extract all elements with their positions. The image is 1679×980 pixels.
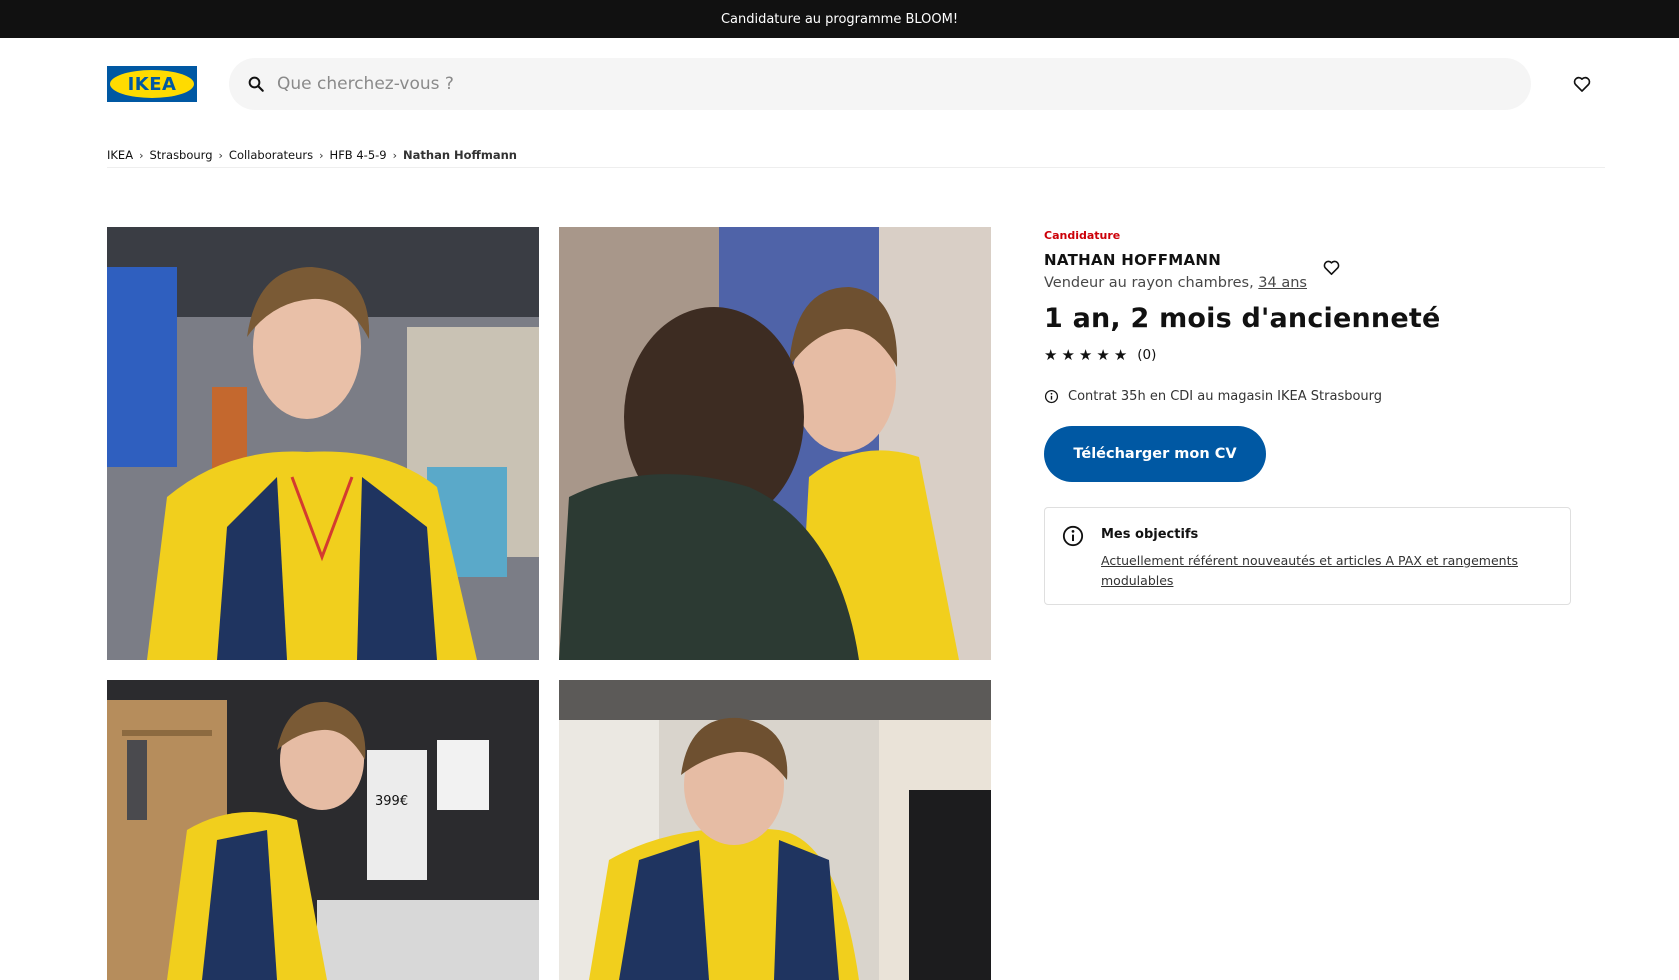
objectives-title: Mes objectifs [1101, 527, 1199, 542]
info-icon [1044, 389, 1059, 404]
objectives-link[interactable]: Actuellement référent nouveautés et arti… [1101, 551, 1531, 591]
star-icon: ★ [1096, 346, 1110, 364]
seniority-heading: 1 an, 2 mois d'ancienneté [1044, 303, 1441, 334]
logo-ellipse: IKEA [110, 70, 194, 98]
profile-role: Vendeur au rayon chambres, [1044, 275, 1254, 291]
favorites-button[interactable] [1572, 74, 1592, 98]
price-tag-text: 399€ [375, 794, 408, 809]
objectives-card: Mes objectifs Actuellement référent nouv… [1044, 507, 1571, 605]
breadcrumb-link-collaborateurs[interactable]: Collaborateurs [229, 148, 313, 162]
gallery-photo-portrait[interactable] [107, 227, 539, 660]
breadcrumb: IKEA › Strasbourg › Collaborateurs › HFB… [107, 148, 517, 162]
search-icon [248, 76, 264, 92]
info-icon [1062, 525, 1084, 547]
site-header: IKEA [0, 38, 1679, 168]
header-divider [107, 167, 1605, 168]
promo-banner[interactable]: Candidature au programme BLOOM! [0, 0, 1679, 38]
gallery-photo-computer[interactable] [559, 680, 991, 980]
ikea-logo[interactable]: IKEA [107, 66, 197, 102]
add-to-favorites-button[interactable] [1322, 258, 1341, 281]
contract-info: Contrat 35h en CDI au magasin IKEA Stras… [1044, 389, 1571, 404]
search-input[interactable] [277, 74, 1477, 94]
gallery-photo-customer[interactable] [559, 227, 991, 660]
download-cv-button[interactable]: Télécharger mon CV [1044, 426, 1266, 482]
star-icon: ★ [1113, 346, 1128, 364]
profile-eyebrow: Candidature [1044, 229, 1121, 242]
search-bar[interactable] [229, 58, 1531, 110]
profile-panel: Candidature NATHAN HOFFMANN Vendeur au r… [1044, 227, 1571, 605]
star-icon: ★ [1044, 346, 1058, 364]
chevron-right-icon: › [392, 148, 398, 162]
breadcrumb-link-hfb[interactable]: HFB 4-5-9 [330, 148, 387, 162]
gallery-photo-bedding[interactable]: 399€ [107, 680, 539, 980]
chevron-right-icon: › [319, 148, 324, 162]
heart-icon [1323, 260, 1340, 276]
rating[interactable]: ★ ★ ★ ★ ★ (0) [1044, 346, 1571, 364]
chevron-right-icon: › [139, 148, 144, 162]
profile-subtitle: Vendeur au rayon chambres, 34 ans [1044, 275, 1571, 291]
profile-name: NATHAN HOFFMANN [1044, 251, 1222, 269]
logo-text: IKEA [127, 73, 177, 95]
breadcrumb-link-strasbourg[interactable]: Strasbourg [149, 148, 212, 162]
promo-banner-text[interactable]: Candidature au programme BLOOM! [721, 12, 958, 27]
star-icon: ★ [1078, 346, 1093, 364]
breadcrumb-link-ikea[interactable]: IKEA [107, 148, 133, 162]
profile-age-link[interactable]: 34 ans [1258, 275, 1307, 291]
breadcrumb-current: Nathan Hoffmann [403, 148, 517, 162]
contract-text: Contrat 35h en CDI au magasin IKEA Stras… [1068, 389, 1383, 404]
chevron-right-icon: › [218, 148, 223, 162]
star-icon: ★ [1061, 346, 1075, 364]
rating-count: (0) [1137, 347, 1157, 363]
heart-icon [1573, 76, 1591, 92]
